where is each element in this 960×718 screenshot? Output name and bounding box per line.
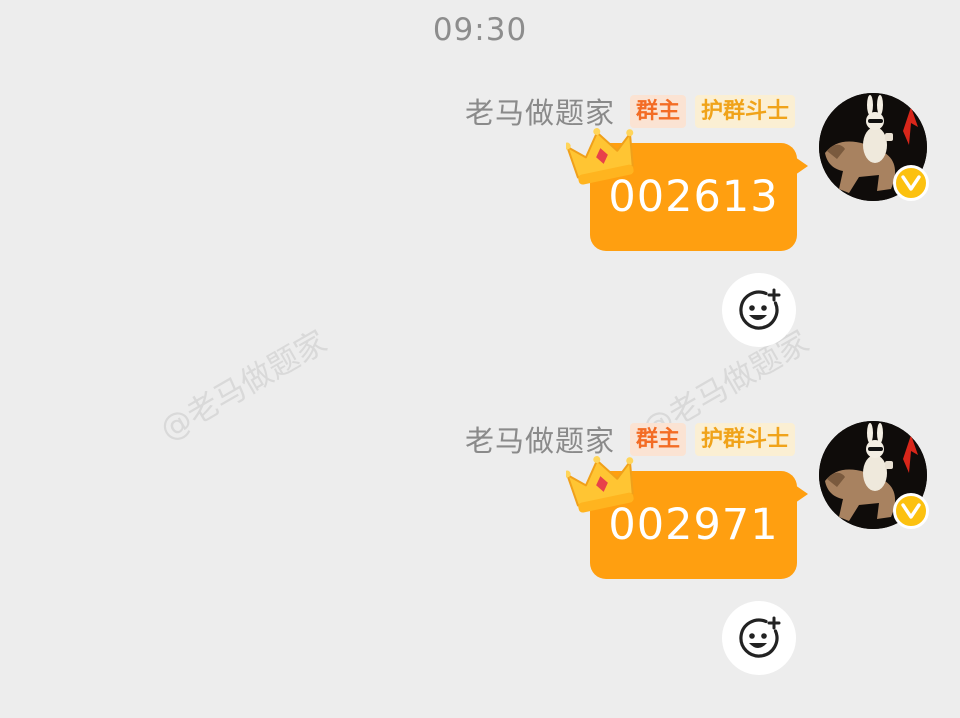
group-guardian-badge: 护群斗士 (694, 422, 795, 456)
bubble-tail (795, 157, 808, 175)
add-emoji-reaction-icon (739, 616, 781, 658)
group-owner-badge: 群主 (629, 94, 686, 128)
crown-icon (566, 456, 634, 513)
crown-icon (566, 128, 634, 185)
group-guardian-badge: 护群斗士 (694, 94, 795, 128)
add-reaction-button[interactable] (722, 273, 796, 347)
verified-v-icon (893, 165, 929, 201)
verified-v-icon (893, 493, 929, 529)
add-emoji-reaction-icon (739, 288, 781, 330)
chat-message: 老马做题家 群主 护群斗士 002971 (0, 418, 960, 718)
sender-row: 老马做题家 群主 护群斗士 (465, 421, 795, 458)
message-timestamp: 09:30 (432, 12, 528, 48)
bubble-tail (795, 485, 808, 503)
sender-row: 老马做题家 群主 护群斗士 (465, 93, 795, 130)
add-reaction-button[interactable] (722, 601, 796, 675)
group-owner-badge: 群主 (629, 422, 686, 456)
chat-message: 老马做题家 群主 护群斗士 002613 (0, 90, 960, 390)
